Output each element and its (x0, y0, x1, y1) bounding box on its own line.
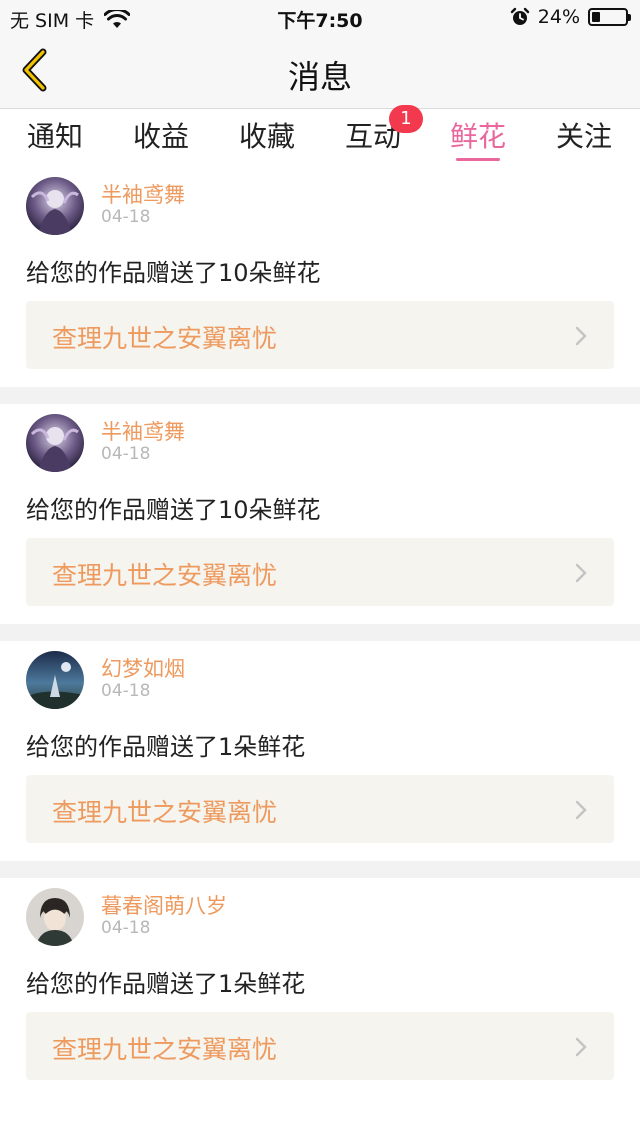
work-title: 查理九世之安翼离忧 (52, 1035, 278, 1064)
work-link[interactable]: 查理九世之安翼离忧 (26, 301, 614, 369)
message-card: 半袖鸢舞 04-18 给您的作品赠送了10朵鲜花 查理九世之安翼离忧 (0, 167, 640, 387)
status-right: 24% (510, 6, 631, 28)
message-date: 04-18 (101, 918, 151, 938)
active-tab-indicator (456, 158, 500, 161)
message-card: 幻梦如烟 04-18 给您的作品赠送了1朵鲜花 查理九世之安翼离忧 (0, 641, 640, 861)
tab-label: 关注 (555, 120, 612, 153)
message-card: 半袖鸢舞 04-18 给您的作品赠送了10朵鲜花 查理九世之安翼离忧 (0, 404, 640, 624)
tab-label: 鲜花 (449, 120, 506, 153)
message-text: 给您的作品赠送了10朵鲜花 (26, 496, 321, 524)
chevron-right-icon (574, 1036, 588, 1058)
tab-favorites[interactable]: 收藏 (217, 115, 317, 155)
message-date: 04-18 (101, 207, 151, 227)
message-text: 给您的作品赠送了1朵鲜花 (26, 970, 306, 998)
work-title: 查理九世之安翼离忧 (52, 324, 278, 353)
message-date: 04-18 (101, 681, 151, 701)
tab-bar: 通知 收益 收藏 互动 1 鲜花 关注 (0, 105, 640, 167)
avatar[interactable] (26, 888, 84, 946)
card-separator (0, 861, 640, 878)
work-title: 查理九世之安翼离忧 (52, 798, 278, 827)
navigation-bar: 消息 (0, 36, 640, 109)
card-separator (0, 624, 640, 641)
battery-fill (592, 12, 600, 22)
tab-label: 收益 (132, 120, 189, 153)
sender-name[interactable]: 半袖鸢舞 (101, 179, 185, 209)
chevron-right-icon (574, 562, 588, 584)
battery-icon (588, 8, 631, 26)
work-link[interactable]: 查理九世之安翼离忧 (26, 538, 614, 606)
tab-earnings[interactable]: 收益 (111, 115, 211, 155)
tab-interactions[interactable]: 互动 1 (323, 105, 423, 155)
tab-label: 收藏 (238, 120, 295, 153)
tab-flowers[interactable]: 鲜花 (428, 115, 528, 161)
work-link[interactable]: 查理九世之安翼离忧 (26, 1012, 614, 1080)
work-title: 查理九世之安翼离忧 (52, 561, 278, 590)
message-list: 半袖鸢舞 04-18 给您的作品赠送了10朵鲜花 查理九世之安翼离忧 半袖鸢舞 … (0, 167, 640, 1098)
tab-following[interactable]: 关注 (534, 115, 634, 155)
message-date: 04-18 (101, 444, 151, 464)
tab-notifications[interactable]: 通知 (5, 115, 105, 155)
avatar[interactable] (26, 414, 84, 472)
sender-name[interactable]: 暮春阁萌八岁 (101, 890, 227, 920)
chevron-right-icon (574, 799, 588, 821)
avatar[interactable] (26, 651, 84, 709)
tab-label: 通知 (26, 120, 83, 153)
chevron-right-icon (574, 325, 588, 347)
sender-name[interactable]: 半袖鸢舞 (101, 416, 185, 446)
sender-name[interactable]: 幻梦如烟 (101, 653, 185, 683)
card-separator (0, 387, 640, 404)
page-title: 消息 (287, 58, 352, 96)
alarm-icon (510, 7, 530, 27)
unread-badge: 1 (389, 105, 423, 133)
message-card: 暮春阁萌八岁 04-18 给您的作品赠送了1朵鲜花 查理九世之安翼离忧 (0, 878, 640, 1098)
message-text: 给您的作品赠送了10朵鲜花 (26, 259, 321, 287)
work-link[interactable]: 查理九世之安翼离忧 (26, 775, 614, 843)
battery-percent: 24% (537, 6, 580, 28)
message-text: 给您的作品赠送了1朵鲜花 (26, 733, 306, 761)
status-bar: 无 SIM 卡 下午7:50 24% (0, 0, 640, 36)
avatar[interactable] (26, 177, 84, 235)
